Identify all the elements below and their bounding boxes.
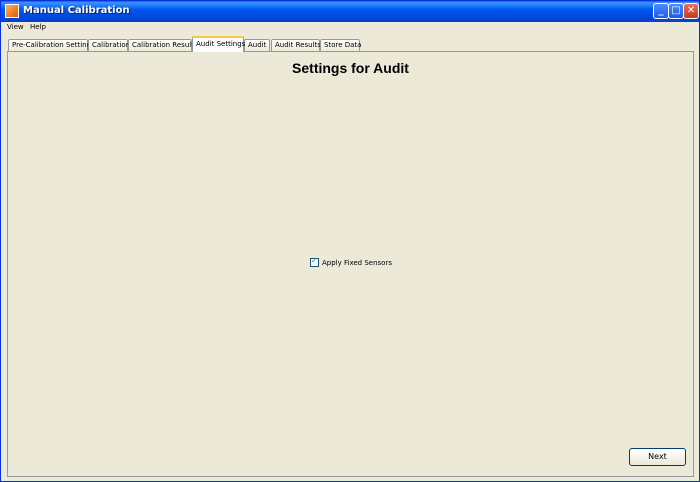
maximize-button[interactable]: □: [668, 3, 684, 19]
tab-audit-results[interactable]: Audit Results: [271, 39, 321, 51]
checkmark-icon: ✓: [311, 256, 318, 265]
apply-fixed-sensors-checkbox[interactable]: ✓: [310, 256, 319, 267]
menu-bar: View Help: [1, 22, 699, 33]
tab-audit[interactable]: Audit: [244, 39, 270, 51]
next-button[interactable]: Next: [629, 448, 686, 466]
tab-store-data[interactable]: Store Data: [320, 39, 361, 51]
app-icon: [5, 4, 19, 18]
apply-fixed-sensors-option[interactable]: ✓ Apply Fixed Sensors: [310, 256, 392, 267]
tab-audit-settings[interactable]: Audit Settings: [192, 36, 245, 52]
tab-calibration-results[interactable]: Calibration Results: [128, 39, 198, 51]
minimize-button[interactable]: _: [653, 3, 669, 19]
app-window: Manual Calibration _ □ ✕ View Help Pre-C…: [0, 0, 700, 482]
close-button[interactable]: ✕: [683, 3, 699, 19]
menu-help[interactable]: Help: [30, 22, 46, 33]
audit-settings-panel: Settings for Audit ✓ Apply Fixed Sensors…: [7, 51, 694, 477]
title-bar[interactable]: Manual Calibration _ □ ✕: [1, 1, 699, 22]
page-title: Settings for Audit: [292, 60, 409, 76]
apply-fixed-sensors-label: Apply Fixed Sensors: [322, 258, 392, 267]
tab-strip: Pre-Calibration Settings Calibration Cal…: [1, 36, 699, 52]
menu-view[interactable]: View: [7, 22, 24, 33]
window-title: Manual Calibration: [23, 5, 130, 16]
tab-pre-calibration-settings[interactable]: Pre-Calibration Settings: [8, 39, 95, 51]
tab-calibration[interactable]: Calibration: [88, 39, 130, 51]
